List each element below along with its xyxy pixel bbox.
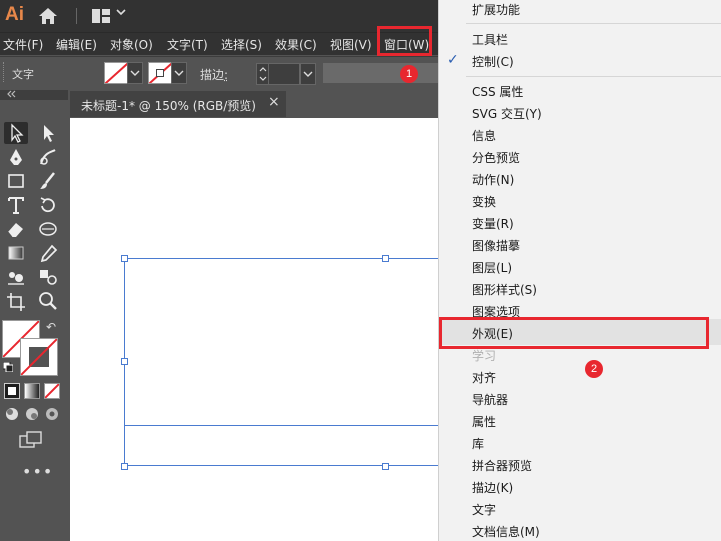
selection-handle[interactable] [382, 463, 389, 470]
selection-handle[interactable] [121, 463, 128, 470]
stroke-dropdown-button[interactable] [171, 62, 187, 84]
rectangle-tool-icon[interactable] [4, 170, 28, 192]
menu-item-libraries[interactable]: 库 [472, 435, 484, 452]
eyedropper-tool-icon[interactable] [36, 242, 60, 264]
style-field[interactable] [323, 63, 438, 83]
menu-item-actions[interactable]: 动作(N) [472, 171, 514, 188]
direct-selection-tool-icon[interactable] [36, 122, 60, 144]
color-mode-button[interactable] [4, 383, 20, 399]
step-badge-2: 2 [585, 360, 603, 378]
selection-handle[interactable] [121, 358, 128, 365]
menu-item-css-properties[interactable]: CSS 属性 [472, 83, 523, 100]
artboard-tool-icon[interactable] [4, 290, 28, 312]
menu-item-svg-interactivity[interactable]: SVG 交互(Y) [472, 105, 542, 122]
control-bar-grip[interactable] [3, 62, 7, 82]
menu-item-stroke[interactable]: 描边(K) [472, 479, 513, 496]
menu-item-variables[interactable]: 变量(R) [472, 215, 514, 232]
swap-fill-stroke-icon[interactable]: ↶ [46, 320, 56, 334]
menu-item-image-trace[interactable]: 图像描摹 [472, 237, 520, 254]
selection-handle[interactable] [382, 255, 389, 262]
menu-item-flattener-preview[interactable]: 拼合器预览 [472, 457, 532, 474]
appearance-highlight-box [439, 317, 709, 349]
draw-inside-icon[interactable] [44, 406, 60, 422]
menu-type[interactable]: 文字(T) [167, 36, 208, 53]
menu-bar: 文件(F) 编辑(E) 对象(O) 文字(T) 选择(S) 效果(C) 视图(V… [0, 32, 438, 55]
menu-view[interactable]: 视图(V) [330, 36, 372, 53]
rotate-tool-icon[interactable] [36, 194, 60, 216]
stroke-color-swatch[interactable] [148, 62, 172, 84]
check-icon: ✓ [447, 52, 459, 68]
menu-item-layers[interactable]: 图层(L) [472, 259, 512, 276]
menu-object[interactable]: 对象(O) [110, 36, 153, 53]
chevron-down-icon[interactable] [116, 8, 126, 19]
menu-separator [466, 23, 721, 24]
eraser-tool-icon[interactable] [4, 218, 28, 240]
menu-select[interactable]: 选择(S) [221, 36, 262, 53]
rectangle-divider-line[interactable] [124, 425, 438, 426]
none-mode-button[interactable] [44, 383, 60, 399]
menu-item-navigator[interactable]: 导航器 [472, 391, 508, 408]
type-tool-icon[interactable] [4, 194, 28, 216]
home-icon[interactable] [38, 7, 58, 25]
screen-mode-icon[interactable] [18, 430, 44, 450]
document-tab-title: 未标题-1* @ 150% (RGB/预览) [81, 99, 256, 113]
step-badge-1: 1 [400, 65, 418, 83]
menu-item-type[interactable]: 文字 [472, 501, 496, 518]
title-bar [0, 0, 438, 32]
selected-rectangle[interactable] [124, 258, 454, 466]
draw-behind-icon[interactable] [24, 406, 40, 422]
pen-tool-icon[interactable] [4, 146, 28, 168]
curvature-tool-icon[interactable] [36, 146, 60, 168]
draw-normal-icon[interactable] [4, 406, 20, 422]
menu-file[interactable]: 文件(F) [3, 36, 43, 53]
selection-handle[interactable] [121, 255, 128, 262]
fill-color-swatch[interactable] [104, 62, 128, 84]
menu-item-control[interactable]: 控制(C) [472, 53, 514, 70]
title-divider [76, 8, 77, 24]
blend-tool-icon[interactable] [4, 266, 28, 288]
menu-item-toolbars[interactable]: 工具栏 [472, 31, 508, 48]
menu-item-learn: 学习 [472, 349, 497, 363]
menu-item-transform[interactable]: 变换 [472, 193, 496, 210]
menu-item-graphic-styles[interactable]: 图形样式(S) [472, 281, 537, 298]
control-bar-label: 文字 [12, 68, 34, 81]
stroke-label: 描边: [200, 66, 228, 83]
default-fill-stroke-icon[interactable] [2, 361, 14, 373]
menu-item-properties[interactable]: 属性 [472, 413, 496, 430]
close-icon[interactable]: × [268, 94, 280, 110]
stroke-weight-dropdown[interactable] [300, 63, 316, 85]
menu-item-separations-preview[interactable]: 分色预览 [472, 149, 520, 166]
selection-tool-icon[interactable] [4, 122, 28, 144]
gradient-mode-button[interactable] [24, 383, 40, 399]
more-tools-icon[interactable]: ••• [22, 462, 53, 481]
stroke-weight-input[interactable] [268, 63, 300, 85]
menu-item-document-info[interactable]: 文档信息(M) [472, 523, 540, 540]
menu-separator [466, 76, 721, 77]
stroke-color-box[interactable] [20, 338, 58, 376]
zoom-tool-icon[interactable] [36, 290, 60, 312]
stroke-label-colon: : [224, 68, 229, 82]
menu-item-extensions[interactable]: 扩展功能 [472, 1, 520, 18]
stroke-label-text: 描边 [200, 68, 225, 82]
gradient-tool-icon[interactable] [4, 242, 28, 264]
workspace-switcher-icon[interactable] [92, 9, 110, 23]
window-menu-highlight-box [377, 26, 432, 56]
shape-builder-tool-icon[interactable] [36, 266, 60, 288]
menu-effect[interactable]: 效果(C) [275, 36, 317, 53]
paintbrush-tool-icon[interactable] [36, 170, 60, 192]
warp-tool-icon[interactable] [36, 218, 60, 240]
menu-item-info[interactable]: 信息 [472, 127, 496, 144]
menu-edit[interactable]: 编辑(E) [56, 36, 97, 53]
app-logo: Ai [5, 4, 24, 25]
collapse-icon[interactable] [5, 89, 17, 102]
menu-item-align[interactable]: 对齐 [472, 369, 496, 386]
fill-dropdown-button[interactable] [127, 62, 143, 84]
